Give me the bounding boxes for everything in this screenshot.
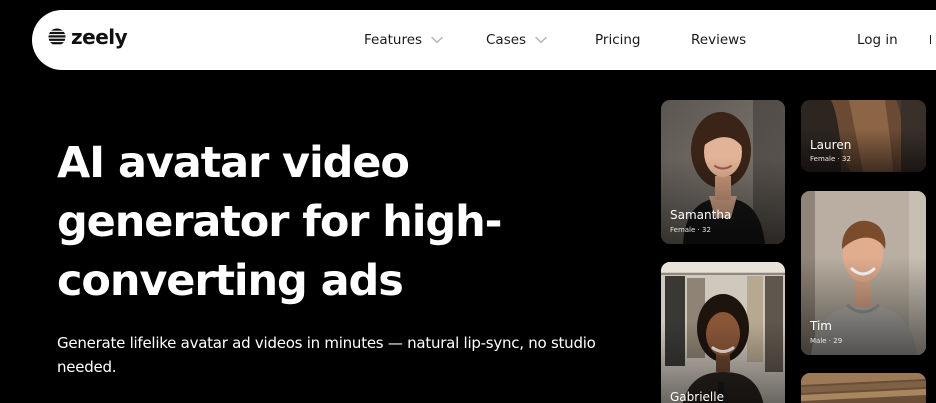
avatar-name: Samantha [670, 208, 732, 222]
hero-subtitle: Generate lifelike avatar ad videos in mi… [57, 334, 596, 376]
avatar-name: Lauren [810, 138, 852, 152]
brand-logo-link[interactable]: zeely [48, 25, 128, 49]
avatar-name: Tim [810, 319, 832, 333]
landing-page: zeely Features Cases Pricing Reviews Log… [0, 0, 936, 403]
avatar-photo-partial [801, 373, 926, 403]
nav-cta-button-edge[interactable] [930, 35, 934, 44]
avatar-card-lauren[interactable]: Lauren Female · 32 [801, 100, 926, 172]
login-link[interactable]: Log in [857, 31, 898, 49]
nav-cases-label: Cases [486, 32, 527, 48]
avatar-card-samantha[interactable]: Samantha Female · 32 [661, 100, 785, 244]
avatar-meta: Male · 29 [810, 337, 843, 345]
striped-globe-logo-icon [48, 28, 66, 45]
nav-cases-dropdown[interactable]: Cases [486, 31, 547, 49]
avatar-meta: Female · 32 [810, 155, 851, 163]
top-navbar: zeely Features Cases Pricing Reviews Log… [32, 10, 936, 70]
avatar-card-gabrielle[interactable]: Gabrielle [661, 262, 785, 403]
hero-title: AI avatar video generator for high-conve… [57, 138, 502, 306]
chevron-down-icon [431, 36, 443, 44]
nav-pricing-link[interactable]: Pricing [595, 31, 641, 49]
avatar-card-partial[interactable] [801, 373, 926, 403]
nav-features-label: Features [364, 32, 423, 48]
nav-features-dropdown[interactable]: Features [364, 31, 443, 49]
chevron-down-icon [535, 36, 547, 44]
brand-name: zeely [71, 25, 128, 49]
avatar-card-tim[interactable]: Tim Male · 29 [801, 191, 926, 355]
avatar-name: Gabrielle [670, 390, 724, 403]
nav-reviews-link[interactable]: Reviews [691, 31, 746, 49]
avatar-meta: Female · 32 [670, 226, 711, 234]
